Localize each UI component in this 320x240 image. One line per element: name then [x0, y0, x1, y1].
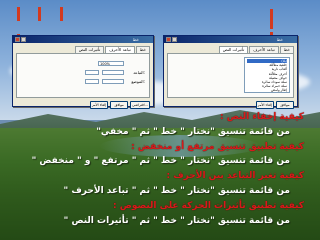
ok-button[interactable]: موافق: [276, 101, 294, 109]
tab-font[interactable]: خط: [279, 46, 294, 53]
ok-button[interactable]: موافق: [110, 101, 129, 109]
help-icon[interactable]: [172, 37, 177, 42]
red-flag-icon: [270, 9, 273, 29]
dialog-titlebar: خط: [164, 36, 297, 43]
spacing-label: التباعد:: [133, 70, 145, 75]
cancel-button[interactable]: إلغاء الأمر: [89, 101, 109, 109]
position-label: الموضع:: [131, 79, 145, 84]
dialog-buttons: إلغاء الأمر موافق افتراضي...: [16, 101, 150, 109]
dialog-panel: 100% التباعد: الموضع:: [16, 53, 150, 98]
font-dialog-character-spacing: خط خط تباعد الأحرف تأثيرات النص 100% الت…: [12, 35, 154, 109]
tab-character-spacing[interactable]: تباعد الأحرف: [105, 46, 135, 53]
font-dialog-text-effects: خط خط تباعد الأحرف تأثيرات النص (بلا) خل…: [163, 35, 298, 109]
dialog-panel: (بلا) خلفية متلألئة ألعاب نارية أحرف متل…: [167, 53, 294, 98]
red-flag-icon: [17, 7, 20, 21]
dialog-buttons: إلغاء الأمر موافق: [167, 101, 294, 109]
step-superscript-subscript: من قائمة تنسيق "نختار " خط " ثم " مرتفع …: [31, 156, 290, 167]
default-button[interactable]: افتراضي...: [130, 101, 150, 109]
position-dropdown[interactable]: [102, 79, 124, 84]
dialog-tabs: خط تباعد الأحرف تأثيرات النص: [167, 46, 294, 53]
spacing-amount-input[interactable]: [85, 70, 99, 75]
close-icon[interactable]: [15, 37, 20, 42]
tab-font[interactable]: خط: [135, 46, 150, 53]
cancel-button[interactable]: إلغاء الأمر: [255, 101, 274, 109]
scale-dropdown[interactable]: 100%: [98, 61, 124, 66]
step-text-effects: من قائمة تنسيق "نختار " خط " ثم " تأثيرا…: [63, 215, 290, 226]
help-icon[interactable]: [21, 37, 26, 42]
red-flag-icon: [60, 7, 63, 21]
spacing-dropdown[interactable]: [102, 70, 124, 75]
tab-text-effects[interactable]: تأثيرات النص: [74, 46, 105, 53]
position-amount-input[interactable]: [85, 79, 99, 84]
instructions-text: كيفية إخفاء النص : من قائمة تنسيق "نختار…: [0, 110, 316, 228]
heading-character-spacing: كيفية تغير التباعد بين الأحرف :: [166, 171, 304, 182]
dialog-titlebar: خط: [13, 36, 153, 43]
close-icon[interactable]: [166, 37, 171, 42]
animations-listbox[interactable]: (بلا) خلفية متلألئة ألعاب نارية أحرف متل…: [244, 57, 290, 93]
step-hide-text: من قائمة تنسيق "نختار " خط " ثم " مخفي": [96, 126, 290, 137]
red-flag-icon: [38, 7, 41, 21]
heading-superscript-subscript: كيفية تطبيق تنسيق مرتفع أو منخفض :: [131, 141, 304, 152]
tab-character-spacing[interactable]: تباعد الأحرف: [249, 46, 279, 53]
dialog-title: خط: [132, 37, 139, 42]
heading-hide-text: كيفية إخفاء النص :: [220, 112, 304, 122]
dialog-title: خط: [276, 37, 283, 42]
tab-text-effects[interactable]: تأثيرات النص: [218, 46, 249, 53]
step-character-spacing: من قائمة تنسيق "نختار " خط " ثم " تباعد …: [63, 185, 291, 196]
heading-text-effects: كيفية تطبيق تأثيرات الحركة على النصوص :: [113, 200, 304, 211]
list-item[interactable]: إطار وامض: [247, 88, 287, 92]
dialog-tabs: خط تباعد الأحرف تأثيرات النص: [16, 46, 150, 53]
